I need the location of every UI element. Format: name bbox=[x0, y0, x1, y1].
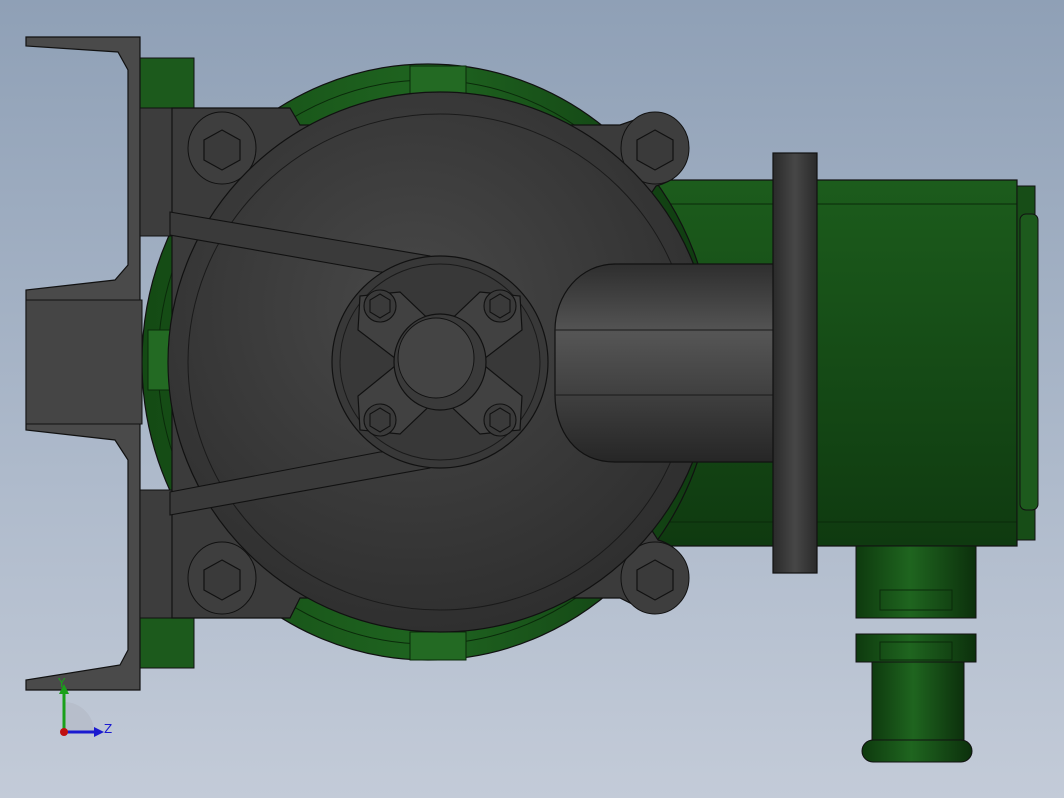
discharge-pipe[interactable] bbox=[554, 263, 776, 463]
cad-viewport[interactable]: Y Z bbox=[0, 0, 1064, 798]
green-tab-top bbox=[139, 57, 195, 111]
pump-model[interactable] bbox=[0, 0, 1064, 798]
green-tab-bottom bbox=[139, 615, 195, 669]
x-axis-dot bbox=[60, 728, 68, 736]
center-hub[interactable] bbox=[331, 255, 549, 469]
pipe-flange[interactable] bbox=[772, 152, 818, 574]
hose-connector[interactable] bbox=[855, 545, 977, 763]
triad-arc-icon bbox=[64, 702, 94, 732]
axis-triad: Y Z bbox=[40, 672, 130, 752]
z-axis-label: Z bbox=[104, 722, 113, 736]
y-axis-label: Y bbox=[58, 676, 66, 690]
